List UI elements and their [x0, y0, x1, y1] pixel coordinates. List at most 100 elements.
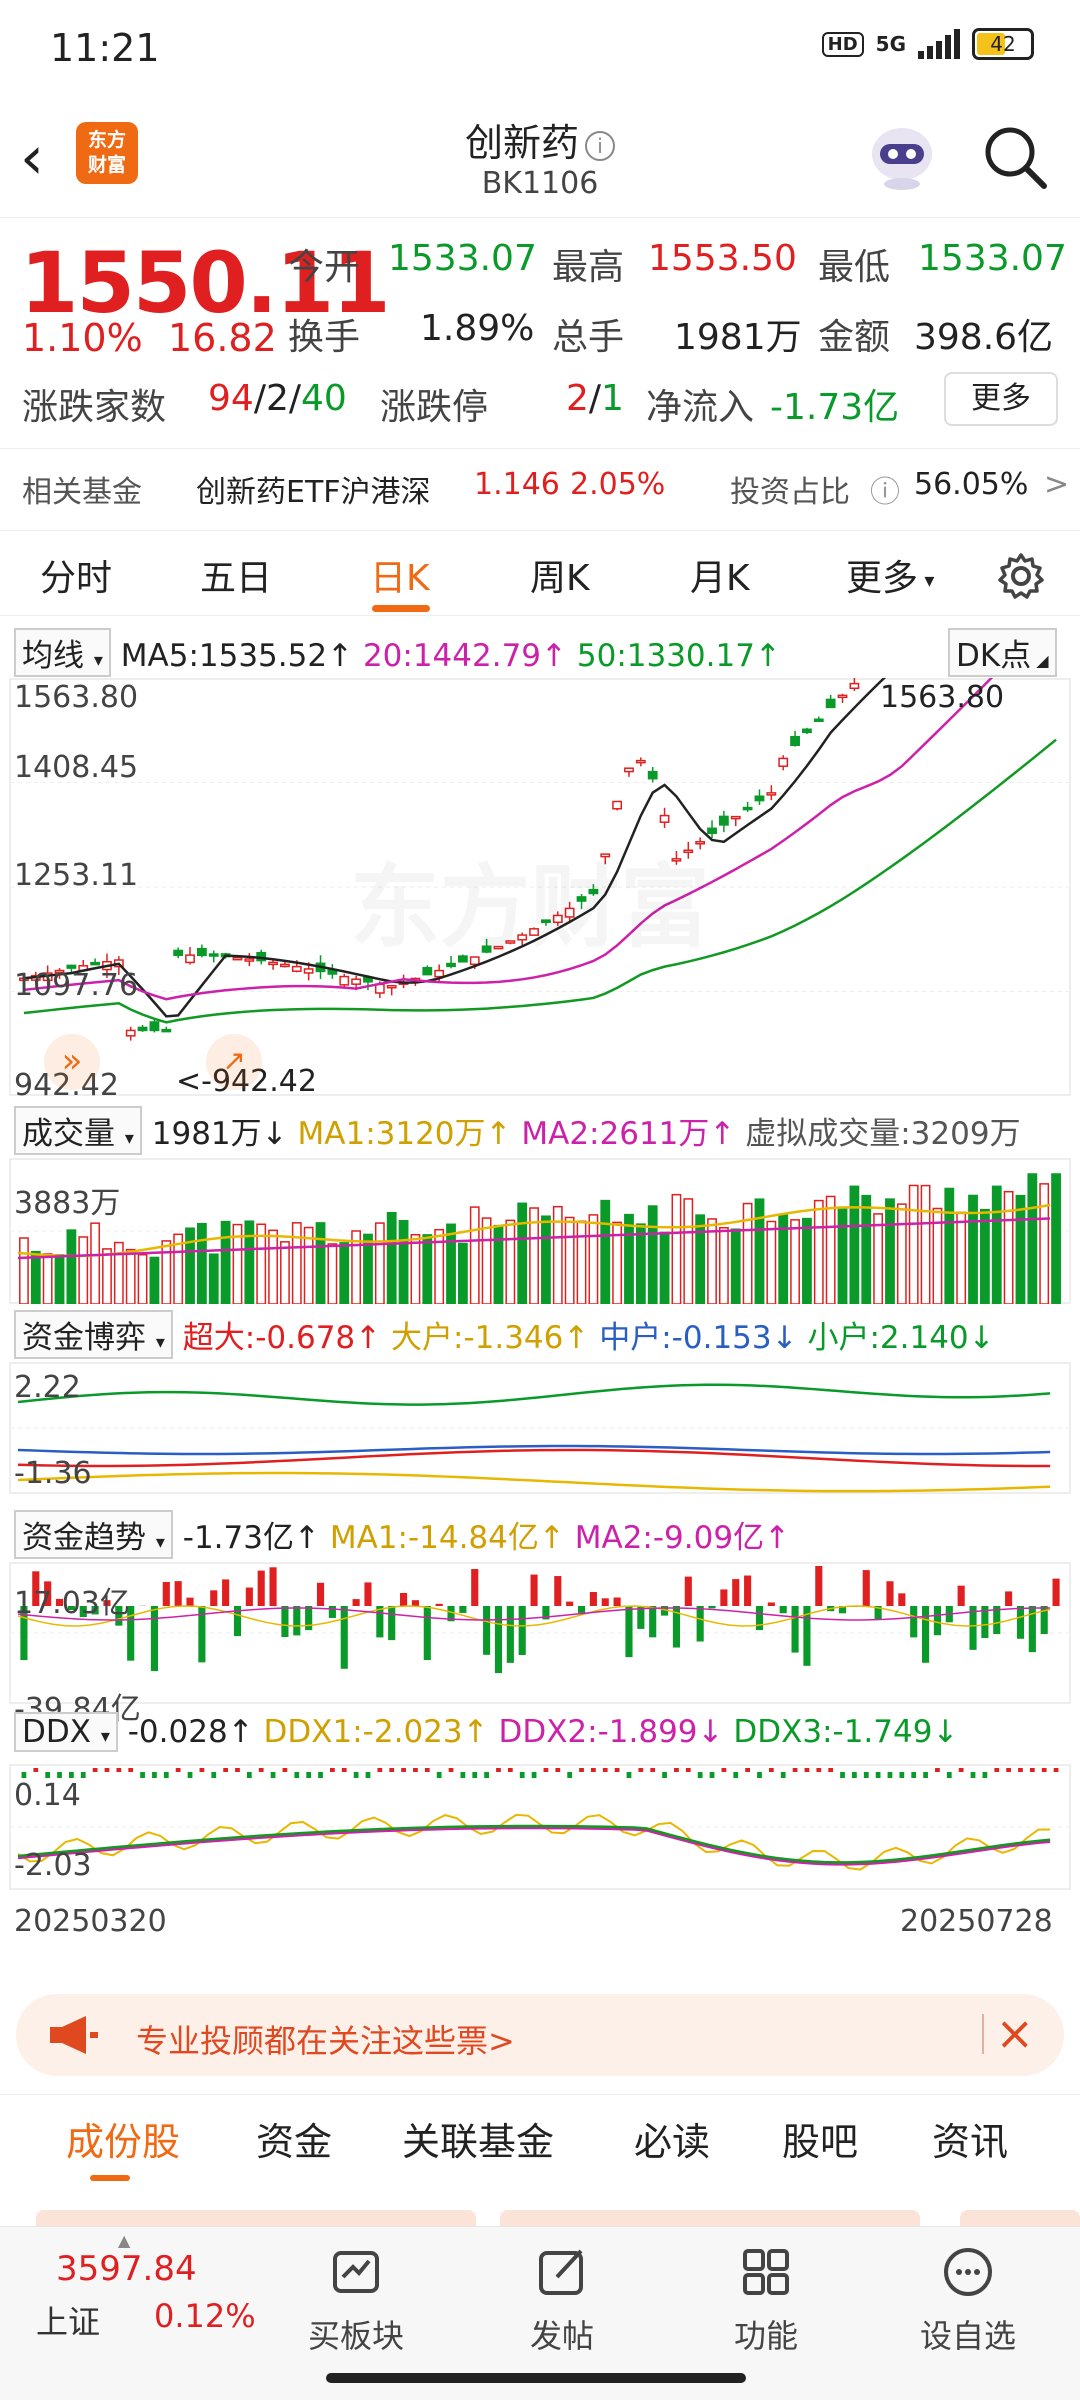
- netflow-value: -1.73亿: [770, 387, 900, 428]
- related-fund-label: 相关基金: [22, 475, 142, 510]
- ma-selector[interactable]: 均线 ▾: [14, 628, 111, 677]
- ratio-value: 56.05%: [914, 467, 1029, 502]
- open-label: 今开: [288, 247, 361, 288]
- chevron-right-icon[interactable]: >: [1044, 467, 1069, 502]
- limit-counts: 2/1: [566, 378, 624, 419]
- tab-monthly-k[interactable]: 月K: [690, 549, 750, 601]
- tab-must-read[interactable]: 必读: [634, 2111, 710, 2166]
- y-label-2: 1408.45: [14, 750, 139, 785]
- turnover-label: 换手: [288, 317, 361, 358]
- settings-gear-icon[interactable]: [996, 551, 1046, 601]
- dk-point-button[interactable]: DK点 ◢: [948, 628, 1057, 677]
- megaphone-icon: [50, 2016, 98, 2054]
- hd-icon: HD: [821, 31, 864, 57]
- date-start: 20250320: [14, 1904, 167, 1939]
- assistant-robot-icon[interactable]: [862, 120, 942, 192]
- more-button[interactable]: 更多: [944, 372, 1058, 426]
- volume-chart[interactable]: [0, 1158, 1080, 1304]
- index-value[interactable]: 3597.84: [56, 2249, 197, 2289]
- fullscreen-icon[interactable]: ↗: [206, 1034, 262, 1090]
- kline-legend: 均线 ▾ MA5:1535.52↑ 20:1442.79↑ 50:1330.17…: [14, 628, 781, 677]
- signal-icon: [918, 29, 960, 59]
- high-marker: 1563.80: [880, 680, 1005, 715]
- ddx-chart[interactable]: [0, 1764, 1080, 1890]
- promo-banner[interactable]: 专业投顾都在关注这些票> ×: [16, 1994, 1064, 2076]
- y-label-3: 1253.11: [14, 858, 139, 893]
- info-icon[interactable]: i: [585, 130, 615, 161]
- related-fund-name[interactable]: 创新药ETF沪港深: [196, 467, 431, 511]
- buy-sector-button[interactable]: 买板块: [286, 2241, 426, 2357]
- trade-icon: [333, 2251, 379, 2293]
- close-icon[interactable]: ×: [995, 2006, 1034, 2060]
- open-value: 1533.07: [388, 238, 537, 279]
- ddx-selector[interactable]: DDX ▾: [14, 1712, 118, 1752]
- tab-five-day[interactable]: 五日: [200, 549, 272, 601]
- volume-legend: 成交量 ▾ 1981万↓ MA1:3120万↑ MA2:2611万↑ 虚拟成交量…: [14, 1106, 1021, 1155]
- updown-counts: 94/2/40: [208, 378, 347, 419]
- battery-icon: 42: [972, 28, 1034, 60]
- fund-trend-selector[interactable]: 资金趋势 ▾: [14, 1510, 173, 1559]
- status-bar: 11:21 HD 5G 42: [0, 0, 1080, 100]
- index-name[interactable]: 上证: [36, 2297, 100, 2343]
- expand-left-icon[interactable]: »: [44, 1034, 100, 1090]
- volume-value: 1981万: [674, 317, 802, 358]
- post-button[interactable]: 发帖: [492, 2241, 632, 2357]
- active-sub-tab-underline: [90, 2175, 130, 2181]
- high-value: 1553.50: [648, 238, 797, 279]
- volume-selector[interactable]: 成交量 ▾: [14, 1106, 142, 1155]
- high-label: 最高: [552, 247, 625, 288]
- index-pct: 0.12%: [154, 2297, 256, 2335]
- tab-constituents[interactable]: 成份股: [66, 2111, 180, 2166]
- tab-more[interactable]: 更多 ▾: [846, 549, 934, 601]
- fund-trend-chart[interactable]: [0, 1562, 1080, 1704]
- ddx-y-bottom: -2.03: [14, 1848, 92, 1883]
- y-label-1: 1563.80: [14, 680, 139, 715]
- fund-trend-legend: 资金趋势 ▾ -1.73亿↑ MA1:-14.84亿↑ MA2:-9.09亿↑: [14, 1510, 790, 1559]
- amount-value: 398.6亿: [914, 317, 1054, 358]
- change-percent: 1.10%: [22, 316, 143, 360]
- tab-funds[interactable]: 资金: [256, 2111, 332, 2166]
- ma20-value: 20:1442.79: [362, 638, 542, 674]
- fund-game-y-top: 2.22: [14, 1370, 81, 1405]
- help-icon[interactable]: ⓘ: [870, 467, 900, 511]
- updown-label: 涨跌家数: [22, 387, 167, 428]
- fund-game-selector[interactable]: 资金博弈 ▾: [14, 1310, 173, 1359]
- triangle-up-icon: ▲: [118, 2231, 131, 2250]
- tab-weekly-k[interactable]: 周K: [530, 549, 590, 601]
- promo-text[interactable]: 专业投顾都在关注这些票>: [136, 2016, 515, 2062]
- change-value: 16.82: [168, 316, 277, 360]
- ddx-legend: DDX ▾ -0.028↑ DDX1:-2.023↑ DDX2:-1.899↓ …: [14, 1712, 958, 1752]
- date-end: 20250728: [900, 1904, 1053, 1939]
- ma5-value: MA5:1535.52: [120, 638, 328, 674]
- related-fund-price: 1.146: [474, 467, 560, 502]
- add-watchlist-button[interactable]: 设自选: [898, 2241, 1038, 2357]
- quote-panel: 1550.11 1.10% 16.82 今开 1533.07 最高 1553.5…: [0, 220, 1080, 480]
- netflow-label: 净流入: [646, 387, 755, 428]
- tab-news[interactable]: 资讯: [932, 2111, 1008, 2166]
- tab-forum[interactable]: 股吧: [782, 2111, 858, 2166]
- status-icons: HD 5G 42: [821, 28, 1034, 60]
- tab-related-funds[interactable]: 关联基金: [402, 2111, 554, 2166]
- chart-area[interactable]: 均线 ▾ MA5:1535.52↑ 20:1442.79↑ 50:1330.17…: [0, 618, 1080, 1958]
- fund-trend-y-top: 17.03亿: [14, 1586, 130, 1621]
- ddx-y-top: 0.14: [14, 1778, 81, 1813]
- related-fund-bar[interactable]: 相关基金 创新药ETF沪港深 1.146 2.05% 投资占比 ⓘ 56.05%…: [0, 448, 1080, 524]
- functions-button[interactable]: 功能: [696, 2241, 836, 2357]
- active-tab-underline: [372, 605, 430, 612]
- low-value: 1533.07: [918, 238, 1067, 279]
- turnover-value: 1.89%: [420, 308, 535, 349]
- fund-game-chart[interactable]: [0, 1362, 1080, 1494]
- limit-label: 涨跌停: [380, 387, 489, 428]
- related-fund-pct: 2.05%: [570, 467, 666, 502]
- y-label-4: 1097.76: [14, 968, 139, 1003]
- grid-icon: [743, 2249, 789, 2295]
- ma50-value: 50:1330.17: [576, 638, 755, 674]
- ellipsis-circle-icon: [944, 2248, 992, 2296]
- sub-tabs: 成份股 资金 关联基金 必读 股吧 资讯: [0, 2094, 1080, 2184]
- tab-intraday[interactable]: 分时: [40, 549, 112, 601]
- fund-game-legend: 资金博弈 ▾ 超大:-0.678↑ 大户:-1.346↑ 中户:-0.153↓ …: [14, 1310, 995, 1359]
- tab-daily-k[interactable]: 日K: [370, 549, 430, 601]
- search-icon[interactable]: [980, 122, 1050, 192]
- amount-label: 金额: [818, 317, 891, 358]
- fund-game-y-bottom: -1.36: [14, 1456, 92, 1491]
